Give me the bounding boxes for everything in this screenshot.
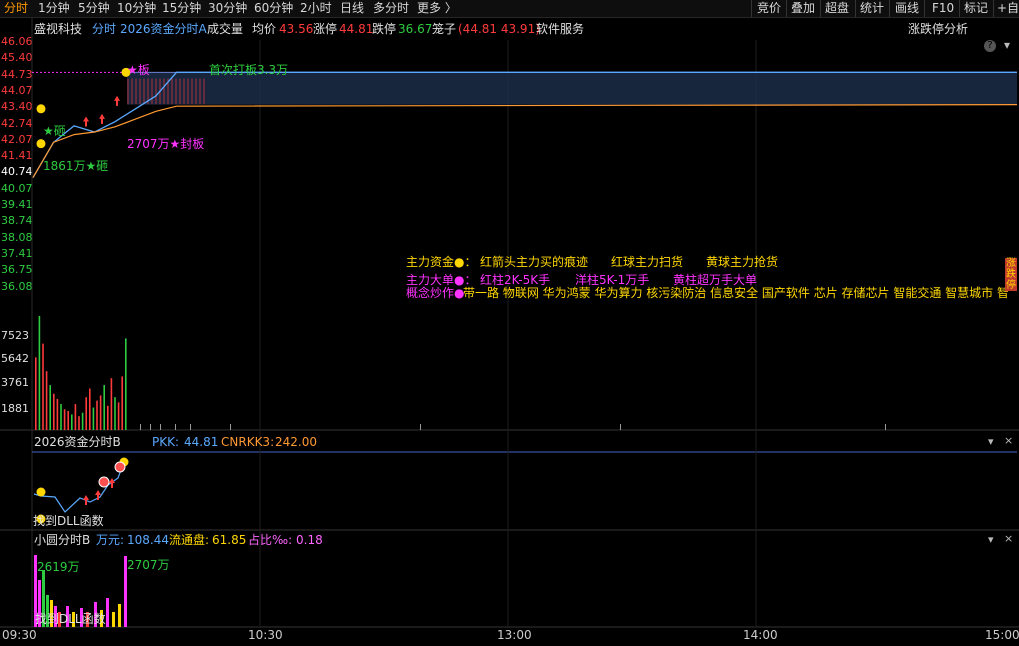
volume-bar (35, 357, 37, 430)
volume-bar (85, 397, 87, 430)
legend-yellow-ball: 黄球主力抢货 (706, 255, 779, 269)
smash-annotation: ★砸 (43, 124, 66, 138)
seal-amount-annotation: 2707万★封板 (127, 137, 205, 151)
yellow-ball-marker (36, 139, 46, 149)
panel-c-close-icon[interactable]: × (1004, 532, 1013, 545)
volume-bar (78, 416, 80, 430)
panel-c-bar (112, 612, 115, 627)
red-ball-marker (98, 476, 110, 488)
panel-b-note: 找到DLL函数 (33, 514, 104, 528)
volume-bar (49, 385, 51, 430)
float-label: 流通盘: (169, 533, 210, 547)
panel-c-title[interactable]: 小圆分时B (34, 533, 90, 547)
time-label: 14:00 (743, 628, 778, 642)
legend-magenta-bar: 洋柱5K-1万手 (575, 273, 650, 287)
panel-b-line (33, 461, 125, 513)
wan-value: 108.44 (127, 533, 169, 547)
time-label: 10:30 (248, 628, 283, 642)
panel-c-note: 找到DLL函数 (35, 612, 106, 626)
volume-bar (420, 424, 421, 430)
volume-bar (125, 338, 127, 430)
time-label: 13:00 (497, 628, 532, 642)
pkk-value: 44.81 (184, 435, 219, 449)
red-arrow-marker (83, 495, 89, 505)
panel-c-bar (106, 598, 109, 627)
volume-bar (45, 371, 48, 430)
legend-concepts: 带一路 物联网 华为鸿蒙 华为算力 核污染防治 信息安全 国产软件 芯片 存储芯… (463, 286, 1009, 300)
red-arrow-marker (83, 116, 89, 127)
volume-bar (42, 343, 44, 430)
volume-bar (96, 400, 98, 430)
volume-bar (103, 385, 105, 430)
volume-bar (92, 407, 95, 430)
yellow-ball-marker (36, 104, 46, 114)
volume-bar (74, 404, 77, 430)
limit-band (127, 72, 1017, 105)
volume-bar (175, 424, 176, 430)
red-arrow-marker (109, 478, 115, 488)
legend-red-arrow: 红箭头主力买的痕迹 (480, 255, 589, 269)
cnrkk-value: 242.00 (275, 435, 317, 449)
side-tag[interactable]: 涨跌停 (1005, 258, 1017, 291)
red-ball-marker (114, 461, 126, 473)
legend-main-funds: 主力资金●： (406, 255, 477, 269)
time-label: 09:30 (2, 628, 37, 642)
first-limit-annotation: 首次打板3.3万 (209, 63, 289, 77)
ratio-label: 占比‰: (248, 533, 293, 547)
volume-bar (150, 424, 151, 430)
cnrkk-label: CNRKK3: (221, 435, 275, 449)
volume-bar (60, 404, 62, 430)
volume-bar (190, 424, 191, 430)
volume-bar (620, 424, 621, 430)
pkk-label: PKK: (152, 435, 180, 449)
volume-bar (56, 398, 59, 430)
ratio-value: 0.18 (296, 533, 323, 547)
volume-bar (38, 315, 41, 430)
volume-bar (114, 397, 116, 430)
volume-bar (140, 424, 141, 430)
legend-red-bar: 红柱2K-5K手 (480, 273, 551, 287)
volume-bar (160, 424, 161, 430)
volume-bar (117, 402, 120, 430)
volume-bar (885, 424, 886, 430)
chart-canvas (0, 18, 1019, 628)
volume-bar (53, 393, 55, 430)
volume-bar (99, 395, 102, 430)
panel-c-bar (118, 604, 121, 627)
volume-bar (107, 405, 109, 430)
red-arrow-marker (99, 113, 105, 124)
panel-b-dropdown-icon[interactable]: ▾ (988, 435, 994, 448)
volume-bar (81, 412, 84, 430)
panel-b-close-icon[interactable]: × (1004, 434, 1013, 447)
red-arrow-marker (114, 95, 120, 106)
smash-amount-annotation: 1861万★砸 (43, 159, 109, 173)
wan-label: 万元: (96, 533, 125, 547)
volume-bar (71, 414, 73, 430)
panel-b-title[interactable]: 2026资金分时B (34, 435, 121, 449)
volume-bar (110, 378, 113, 430)
volume-bar (67, 410, 69, 430)
panel-c-left-amount: 2619万 (37, 560, 80, 574)
time-label: 15:00 (985, 628, 1019, 642)
legend-red-ball: 红球主力扫货 (611, 255, 684, 269)
float-value: 61.85 (212, 533, 247, 547)
volume-bar (121, 376, 123, 430)
yellow-ball-marker (36, 487, 46, 497)
volume-bar (230, 424, 231, 430)
volume-bar (63, 409, 66, 430)
legend-yellow-bar: 黄柱超万手大单 (673, 273, 758, 287)
volume-bar (89, 388, 91, 430)
panel-c-right-amount: 2707万 (127, 558, 170, 572)
legend-big-order: 主力大单●： (406, 273, 477, 287)
legend-concept-label: 概念炒作● (406, 286, 465, 300)
panel-c-dropdown-icon[interactable]: ▾ (988, 533, 994, 546)
limit-up-annotation: ★板 (127, 63, 150, 77)
